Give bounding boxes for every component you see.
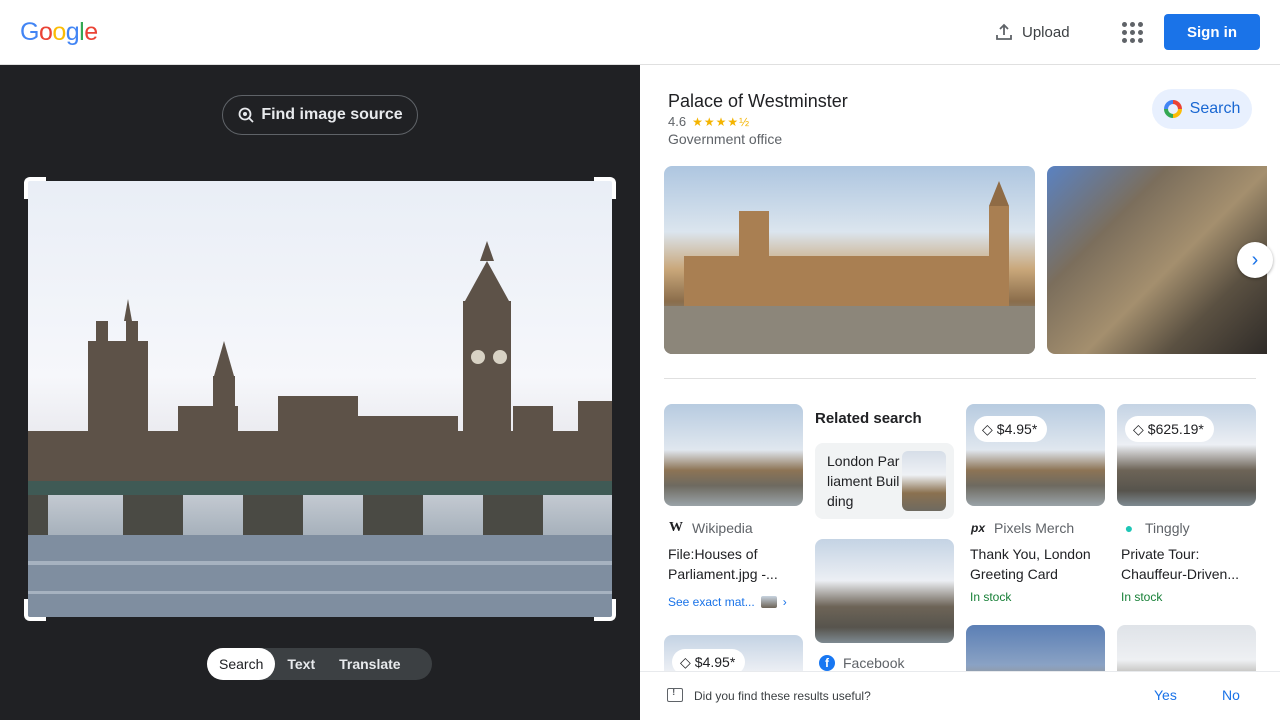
feedback-yes-button[interactable]: Yes: [1154, 687, 1177, 703]
lens-search-icon: [238, 107, 254, 123]
google-logo[interactable]: Google: [20, 18, 98, 47]
crop-handle-top-right[interactable]: [594, 177, 616, 199]
result-thumb-pixels[interactable]: ◇ $4.95*: [966, 404, 1105, 506]
find-image-source-button[interactable]: Find image source: [222, 95, 418, 135]
upload-label: Upload: [1022, 23, 1070, 41]
entity-image-1[interactable]: [664, 166, 1035, 354]
apps-grid-icon[interactable]: [1116, 16, 1148, 48]
logo-letter: o: [52, 18, 66, 46]
rating-value: 4.6: [668, 114, 687, 129]
logo-letter: o: [38, 18, 53, 46]
price-tag: ◇ $4.95*: [974, 416, 1048, 442]
exact-match-thumb: [760, 596, 777, 608]
tab-search[interactable]: Search: [207, 648, 276, 680]
see-exact-label: See exact mat...: [668, 595, 755, 609]
source-name: Pixels Merch: [994, 520, 1075, 536]
stock-status: In stock: [1121, 590, 1163, 604]
entity-image-2[interactable]: [1047, 166, 1267, 354]
result-source-tinggly[interactable]: ● Tinggly: [1121, 520, 1190, 536]
search-label: Search: [1189, 100, 1241, 117]
knowledge-panel-title[interactable]: Palace of Westminster: [668, 91, 848, 112]
result-thumb-wikipedia[interactable]: [664, 404, 803, 506]
result-source-facebook[interactable]: f Facebook: [819, 655, 904, 671]
tag-icon: ◇: [982, 420, 993, 437]
pixels-icon: px: [970, 521, 985, 535]
result-thumb-tinggly[interactable]: ◇ $625.19*: [1117, 404, 1256, 506]
price-value: $4.95*: [694, 654, 736, 670]
crop-handle-bottom-right[interactable]: [594, 599, 616, 621]
result-title-tinggly[interactable]: Private Tour: Chauffeur-Driven...: [1121, 544, 1251, 584]
facebook-icon: f: [819, 655, 835, 671]
google-search-button[interactable]: Search: [1152, 89, 1252, 129]
upload-icon: [996, 23, 1012, 40]
result-source-pixels[interactable]: px Pixels Merch: [970, 520, 1074, 536]
chevron-right-icon[interactable]: ›: [1237, 242, 1273, 278]
result-thumb-facebook[interactable]: [815, 539, 954, 643]
crop-handle-top-left[interactable]: [24, 177, 46, 199]
logo-letter: e: [84, 18, 98, 46]
related-search-heading: Related search: [815, 410, 922, 427]
query-image: [28, 181, 612, 617]
stock-status: In stock: [970, 590, 1012, 604]
related-search-thumb: [902, 451, 946, 511]
tag-icon: ◇: [680, 653, 691, 670]
google-g-icon: [1163, 100, 1182, 118]
price-value: $625.19*: [1147, 421, 1204, 437]
crop-selection[interactable]: [24, 177, 616, 621]
source-name: Facebook: [843, 655, 905, 671]
tag-icon: ◇: [1133, 420, 1144, 437]
star-rating-icon: ★★★★½: [692, 114, 751, 129]
tab-text[interactable]: Text: [275, 648, 327, 680]
logo-letter: g: [65, 18, 80, 46]
feedback-icon: [667, 687, 683, 702]
price-value: $4.95*: [996, 421, 1038, 437]
source-name: Tinggly: [1145, 520, 1190, 536]
find-image-source-label: Find image source: [261, 106, 403, 123]
related-search-chip[interactable]: London Parliament Building: [815, 443, 954, 519]
result-source-wikipedia[interactable]: W Wikipedia: [668, 520, 753, 536]
related-search-label: London Parliament Building: [827, 453, 900, 509]
feedback-question: Did you find these results useful?: [694, 689, 871, 703]
feedback-bar: Did you find these results useful? Yes N…: [640, 671, 1280, 720]
wikipedia-icon: W: [669, 520, 683, 535]
feedback-no-button[interactable]: No: [1222, 687, 1240, 703]
upload-button[interactable]: Upload: [988, 16, 1076, 48]
crop-handle-bottom-left[interactable]: [24, 599, 46, 621]
see-exact-matches-link[interactable]: See exact mat... ›: [668, 595, 787, 609]
top-header: Google Upload Sign in: [0, 0, 1280, 65]
tinggly-icon: ●: [1124, 520, 1134, 536]
tab-translate[interactable]: Translate: [327, 648, 412, 680]
section-divider: [664, 378, 1256, 379]
rating: 4.6 ★★★★½: [668, 114, 750, 129]
result-title-wikipedia[interactable]: File:Houses of Parliament.jpg -...: [668, 544, 798, 584]
sign-in-button[interactable]: Sign in: [1164, 14, 1260, 50]
mode-tabs: Search Text Translate: [207, 648, 432, 680]
results-panel: Palace of Westminster 4.6 ★★★★½ Governme…: [640, 65, 1280, 720]
entity-type: Government office: [668, 131, 783, 147]
price-tag: ◇ $625.19*: [1125, 416, 1214, 442]
chevron-right-icon: ›: [782, 595, 787, 609]
source-name: Wikipedia: [692, 520, 753, 536]
image-preview-panel: Find image source Search Text Translate: [0, 65, 640, 720]
logo-letter: G: [20, 18, 39, 46]
result-title-pixels[interactable]: Thank You, London Greeting Card: [970, 544, 1100, 584]
